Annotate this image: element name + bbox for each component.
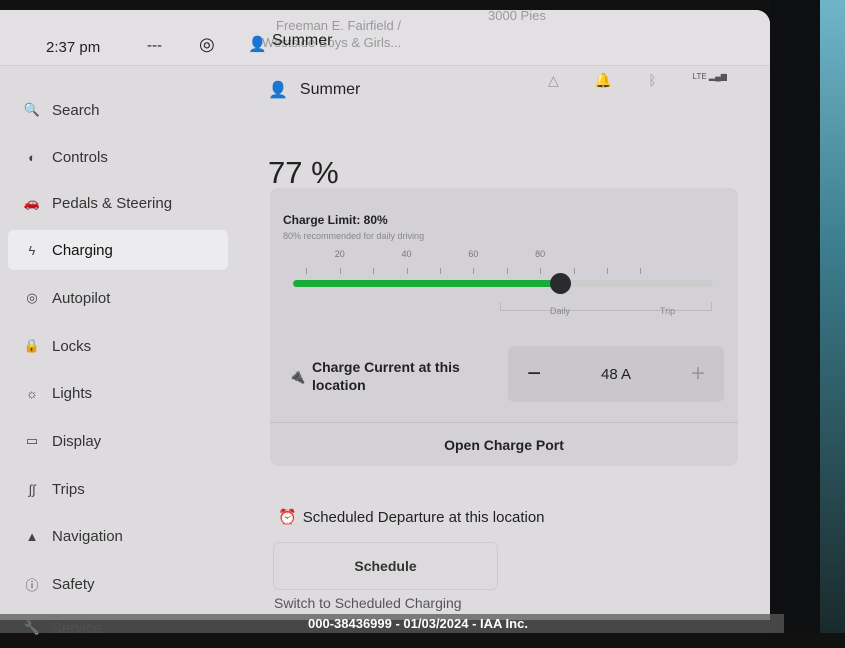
status-user[interactable]: Summer	[272, 32, 332, 50]
charging-card: Charge Limit: 80% 80% recommended for da…	[270, 188, 738, 466]
sidebar-item-label: Display	[52, 432, 102, 450]
daily-label: Daily	[550, 306, 571, 316]
sidebar-item-charging[interactable]: ϟ Charging	[8, 230, 228, 270]
profile[interactable]: 👤 Summer	[268, 80, 360, 100]
slider-tick	[573, 268, 575, 274]
slider-tick	[640, 268, 642, 274]
alarm-icon: ⏰	[278, 509, 297, 526]
lte-label: LTE	[692, 72, 707, 81]
controls-icon: ◐	[28, 149, 36, 165]
slider-tick	[339, 268, 341, 274]
slider-tick	[606, 268, 608, 274]
sidebar-item-label: Locks	[52, 337, 92, 355]
increase-current-button[interactable]: +	[686, 360, 710, 388]
slider-tick	[540, 268, 542, 274]
slider-tick	[306, 268, 308, 274]
trips-icon: ∫∫	[28, 481, 36, 497]
user-icon: 👤	[268, 82, 288, 99]
tick-label: 20	[334, 249, 345, 259]
map-label: 3000 Pies	[488, 10, 546, 23]
scheduled-departure-header: ⏰ Scheduled Departure at this location	[278, 508, 545, 527]
search-icon: 🔍	[23, 102, 41, 117]
sidebar-item-controls[interactable]: ◐ Controls	[8, 137, 228, 177]
battery-percent: 77 %	[268, 155, 339, 190]
sidebar-item-search[interactable]: 🔍 Search	[8, 90, 228, 130]
sidebar-item-display[interactable]: ▭ Display	[8, 421, 228, 461]
sidebar-item-label: Lights	[52, 384, 93, 402]
locks-icon: 🔒	[23, 338, 41, 353]
bell-icon[interactable]: 🔔	[595, 72, 612, 89]
status-bar: Freeman E. Fairfield / Westside Boys & G…	[0, 10, 770, 66]
sidebar-item-locks[interactable]: 🔒 Locks	[8, 326, 228, 366]
slider-tick	[439, 268, 441, 274]
charge-limit-subtitle: 80% recommended for daily driving	[283, 231, 425, 241]
navigation-icon: ▲	[25, 528, 39, 544]
autopilot-icon: ◎	[26, 290, 38, 305]
trip-label: Trip	[660, 306, 676, 316]
decrease-current-button[interactable]: −	[522, 360, 546, 388]
daily-trip-range	[500, 302, 712, 311]
sidebar-item-label: Charging	[52, 241, 113, 259]
charge-current-stepper: − 48 A +	[508, 346, 724, 402]
alert-icon[interactable]: △	[548, 72, 559, 89]
slider-tick	[506, 268, 508, 274]
slider-tick	[373, 268, 375, 274]
slider-handle[interactable]	[550, 273, 572, 294]
temperature: ---	[147, 37, 162, 54]
sidebar-item-label: Search	[52, 101, 100, 119]
slider-tick	[473, 268, 475, 274]
user-icon: 👤	[248, 36, 267, 53]
safety-icon: ⓘ	[25, 577, 39, 593]
sidebar-item-pedals-steering[interactable]: 🚗 Pedals & Steering	[8, 183, 228, 223]
scheduled-departure-title: Scheduled Departure at this location	[302, 508, 545, 526]
sidebar-item-label: Safety	[52, 575, 95, 593]
tick-label: 60	[468, 249, 479, 259]
sidebar-item-autopilot[interactable]: ◎ Autopilot	[8, 278, 228, 318]
sidebar-item-label: Autopilot	[52, 289, 111, 307]
slider-tick	[406, 268, 408, 274]
charge-current-value: 48 A	[600, 365, 632, 383]
switch-to-scheduled-charging[interactable]: Switch to Scheduled Charging	[274, 595, 462, 612]
sidebar-item-label: Navigation	[52, 527, 123, 545]
lights-icon: ☼	[26, 385, 38, 401]
open-charge-port-button[interactable]: Open Charge Port	[270, 424, 738, 466]
sidebar-item-label: Controls	[52, 148, 108, 166]
charge-limit-title: Charge Limit: 80%	[283, 213, 388, 227]
map-label: Freeman E. Fairfield /	[276, 18, 401, 33]
sidebar-item-trips[interactable]: ∫∫ Trips	[8, 469, 228, 509]
sidebar-item-label: Trips	[52, 480, 85, 498]
schedule-button[interactable]: Schedule	[273, 542, 498, 590]
watermark: 000-38436999 - 01/03/2024 - IAA Inc.	[0, 614, 784, 633]
tick-label: 80	[535, 249, 546, 259]
tick-label: 40	[401, 249, 412, 259]
pedals-steering-icon: 🚗	[23, 195, 41, 210]
sidebar-item-safety[interactable]: ⓘ Safety	[8, 564, 228, 604]
clock: 2:37 pm	[46, 39, 101, 56]
charge-limit-slider[interactable]	[293, 273, 713, 294]
sentry-icon[interactable]: ◎	[199, 34, 215, 55]
sidebar-item-lights[interactable]: ☼ Lights	[8, 373, 228, 413]
bluetooth-icon[interactable]: ᛒ	[648, 72, 656, 89]
plug-icon: 🔌	[288, 368, 306, 384]
charge-current-label: Charge Current at this location	[312, 359, 460, 393]
lte-signal-icon: LTE ▂▄▆	[692, 72, 727, 81]
divider	[270, 422, 738, 423]
profile-name: Summer	[299, 81, 361, 98]
charging-icon: ϟ	[28, 242, 36, 258]
display-icon: ▭	[25, 433, 39, 448]
slider-fill	[293, 280, 561, 287]
sidebar-item-navigation[interactable]: ▲ Navigation	[8, 516, 228, 556]
sidebar-item-label: Pedals & Steering	[52, 194, 173, 212]
status-icons: △ 🔔 ᛒ LTE ▂▄▆	[548, 72, 727, 89]
background-glare	[820, 0, 845, 633]
